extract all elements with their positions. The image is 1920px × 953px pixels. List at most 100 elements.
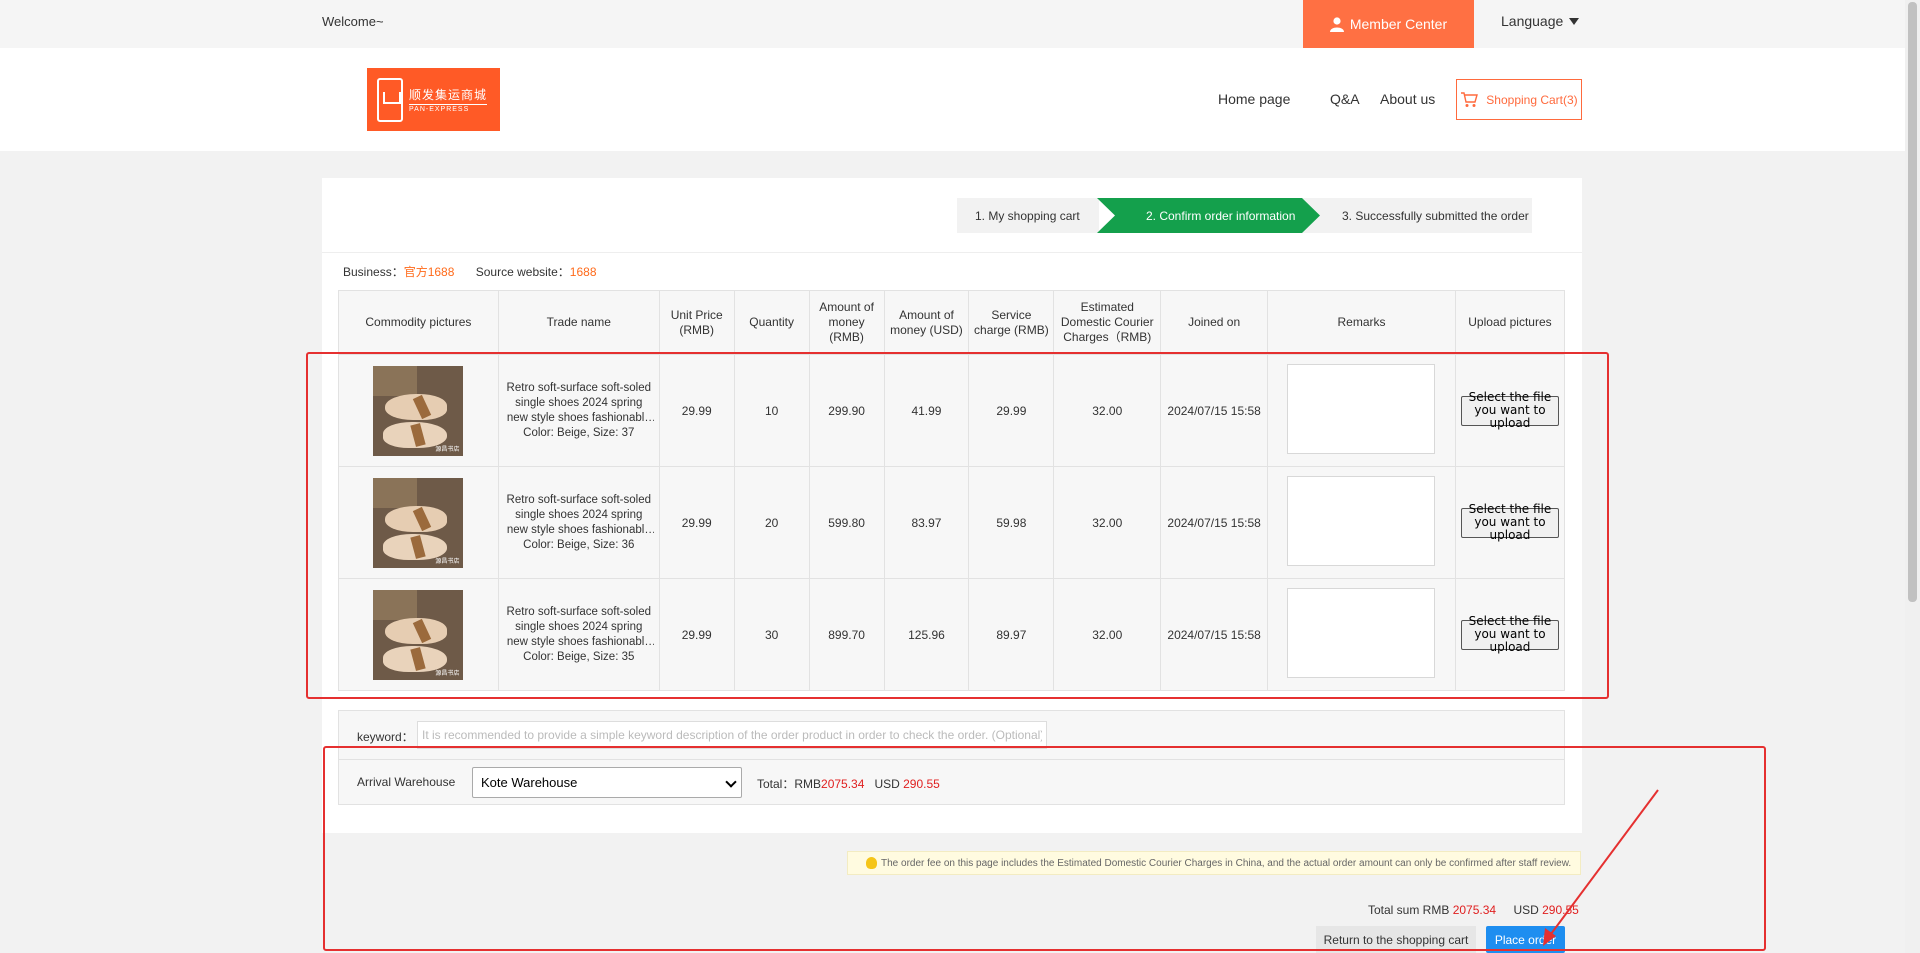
logo-text-en: PAN-EXPRESS <box>409 104 488 113</box>
product-spec: Color: Beige, Size: 36 <box>523 538 635 551</box>
logo-text-cn: 顺发集运商城 <box>409 88 488 102</box>
unit-price: 29.99 <box>658 466 735 579</box>
trade-name[interactable]: Retro soft-surface soft-soled single sho… <box>504 605 654 650</box>
col-trade-name: Trade name <box>497 290 660 355</box>
courier-charge: 32.00 <box>1053 578 1162 691</box>
divider <box>322 252 1582 253</box>
service-charge: 89.97 <box>968 578 1055 691</box>
product-image[interactable]: 源昌书店 <box>373 477 464 568</box>
order-summary: Total sum RMB 2075.34 USD 290.55 <box>1368 903 1579 917</box>
top-bar: Welcome~ <box>0 0 1905 48</box>
summary-rmb-value: 2075.34 <box>1452 903 1497 917</box>
total-label: Total： <box>757 777 795 791</box>
quantity: 30 <box>733 578 810 691</box>
caret-down-icon <box>1569 17 1580 25</box>
table-header-row: Commodity pictures Trade name Unit Price… <box>338 290 1566 355</box>
upload-file-button[interactable]: Select the file you want to upload <box>1460 391 1559 430</box>
amount-rmb: 599.80 <box>808 466 885 579</box>
total-rmb-prefix: RMB <box>794 777 822 791</box>
nav-home-page[interactable]: Home page <box>1218 91 1290 107</box>
keyword-label: keyword： <box>357 730 414 744</box>
upload-file-button[interactable]: Select the file you want to upload <box>1460 503 1559 542</box>
remarks-input[interactable] <box>1287 364 1436 454</box>
warehouse-selected-value: Kote Warehouse <box>481 775 578 790</box>
source-value: 1688 <box>569 265 597 279</box>
summary-usd-prefix: USD <box>1513 903 1539 917</box>
summary-label: Total sum RMB <box>1368 903 1450 917</box>
nav-about-us[interactable]: About us <box>1380 91 1435 107</box>
step-submitted: 3. Successfully submitted the order <box>1302 198 1532 233</box>
chevron-down-icon <box>725 776 737 788</box>
total-rmb-value: 2075.34 <box>821 777 865 791</box>
table-row: 源昌书店 Retro soft-surface soft-soled singl… <box>338 354 1566 467</box>
remarks-input[interactable] <box>1287 588 1436 678</box>
arrival-warehouse-label: Arrival Warehouse <box>357 775 456 789</box>
product-spec: Color: Beige, Size: 37 <box>523 426 635 439</box>
col-amount-usd: Amount of money (USD) <box>883 290 970 355</box>
warehouse-total: Total：RMB2075.34 USD 290.55 <box>757 775 940 792</box>
keyword-input[interactable] <box>417 721 1047 749</box>
language-selector[interactable]: Language <box>1501 13 1580 29</box>
user-icon <box>1329 16 1344 32</box>
lightbulb-icon <box>866 857 877 869</box>
courier-charge: 32.00 <box>1053 466 1162 579</box>
scrollbar-thumb[interactable] <box>1908 2 1917 602</box>
courier-charge: 32.00 <box>1053 354 1162 467</box>
product-image[interactable]: 源昌书店 <box>373 589 464 680</box>
step-confirm-order: 2. Confirm order information <box>1097 198 1320 233</box>
total-usd-prefix: USD <box>874 777 900 791</box>
product-spec: Color: Beige, Size: 35 <box>523 650 635 663</box>
return-to-cart-button[interactable]: Return to the shopping cart <box>1316 926 1476 953</box>
place-order-button[interactable]: Place order <box>1486 926 1565 953</box>
trade-name[interactable]: Retro soft-surface soft-soled single sho… <box>504 493 654 538</box>
shopping-cart-label: Shopping Cart(3) <box>1486 92 1578 107</box>
image-watermark: 源昌书店 <box>435 558 460 565</box>
order-steps: 1. My shopping cart 2. Confirm order inf… <box>957 198 1532 233</box>
business-label: Business： <box>343 265 404 279</box>
col-courier-charges: Estimated Domestic Courier Charges（RMB) <box>1053 290 1162 355</box>
fee-notice: The order fee on this page includes the … <box>847 851 1581 875</box>
col-commodity-pictures: Commodity pictures <box>338 290 499 355</box>
product-image[interactable]: 源昌书店 <box>373 365 464 456</box>
trade-name[interactable]: Retro soft-surface soft-soled single sho… <box>504 381 654 426</box>
business-info: Business：官方1688 Source website：1688 <box>343 263 597 280</box>
table-row: 源昌书店 Retro soft-surface soft-soled singl… <box>338 466 1566 579</box>
site-header: 顺发集运商城 PAN-EXPRESS <box>0 48 1905 151</box>
warehouse-row: Arrival Warehouse Kote Warehouse Total：R… <box>338 760 1565 805</box>
upload-file-button[interactable]: Select the file you want to upload <box>1460 615 1559 654</box>
nav-qa[interactable]: Q&A <box>1330 91 1360 107</box>
language-label: Language <box>1501 13 1564 29</box>
summary-usd-value: 290.55 <box>1542 903 1579 917</box>
col-joined-on: Joined on <box>1160 290 1269 355</box>
business-value: 官方1688 <box>403 265 455 279</box>
member-center-button[interactable]: Member Center <box>1303 0 1474 48</box>
member-center-label: Member Center <box>1349 16 1448 32</box>
quantity: 10 <box>733 354 810 467</box>
shopping-cart-button[interactable]: Shopping Cart(3) <box>1456 79 1582 120</box>
order-items-table: Commodity pictures Trade name Unit Price… <box>338 290 1566 691</box>
amount-usd: 125.96 <box>883 578 970 691</box>
joined-on: 2024/07/15 15:58 <box>1160 578 1269 691</box>
amount-usd: 83.97 <box>883 466 970 579</box>
col-amount-rmb: Amount of money (RMB) <box>808 290 885 355</box>
page-scrollbar[interactable] <box>1905 0 1920 953</box>
remarks-input[interactable] <box>1287 476 1436 566</box>
site-logo[interactable]: 顺发集运商城 PAN-EXPRESS <box>367 68 500 131</box>
image-watermark: 源昌书店 <box>435 446 460 453</box>
amount-usd: 41.99 <box>883 354 970 467</box>
arrival-warehouse-select[interactable]: Kote Warehouse <box>472 767 742 798</box>
joined-on: 2024/07/15 15:58 <box>1160 466 1269 579</box>
cart-phone-icon <box>377 77 403 122</box>
keyword-row: keyword： <box>338 710 1565 760</box>
table-row: 源昌书店 Retro soft-surface soft-soled singl… <box>338 578 1566 691</box>
col-quantity: Quantity <box>733 290 810 355</box>
step-my-shopping-cart: 1. My shopping cart <box>957 198 1099 233</box>
amount-rmb: 299.90 <box>808 354 885 467</box>
service-charge: 59.98 <box>968 466 1055 579</box>
col-service-charge: Service charge (RMB) <box>968 290 1055 355</box>
image-watermark: 源昌书店 <box>435 670 460 677</box>
fee-notice-text: The order fee on this page includes the … <box>881 857 1572 869</box>
joined-on: 2024/07/15 15:58 <box>1160 354 1269 467</box>
welcome-text: Welcome~ <box>322 14 384 29</box>
amount-rmb: 899.70 <box>808 578 885 691</box>
